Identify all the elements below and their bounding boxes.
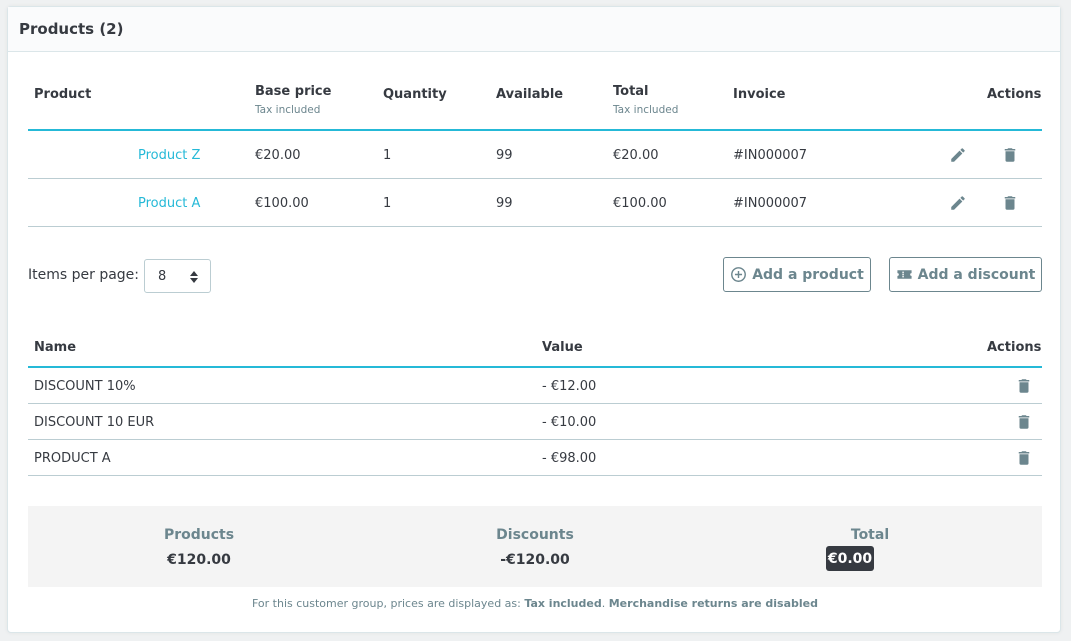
col-invoice: Invoice bbox=[733, 87, 786, 102]
summary-discounts-value: -€120.00 bbox=[500, 552, 570, 568]
pencil-icon[interactable] bbox=[949, 194, 967, 212]
col-total-sub: Tax included bbox=[613, 104, 679, 116]
col-total: Total bbox=[613, 84, 649, 99]
discount-name: PRODUCT A bbox=[34, 451, 111, 466]
trash-icon[interactable] bbox=[1015, 377, 1033, 395]
total-cell: €100.00 bbox=[613, 196, 667, 211]
items-per-page-label: Items per page: bbox=[28, 267, 140, 283]
discount-value: - €12.00 bbox=[542, 379, 597, 394]
col-product: Product bbox=[34, 87, 92, 102]
items-per-page-select[interactable]: 8 bbox=[144, 259, 211, 293]
sort-caret-icon bbox=[190, 271, 198, 283]
trash-icon[interactable] bbox=[1001, 146, 1019, 164]
products-header-divider bbox=[28, 129, 1042, 131]
summary-discounts-label: Discounts bbox=[496, 527, 574, 543]
add-discount-label: Add a discount bbox=[917, 266, 1036, 283]
quantity-cell: 1 bbox=[383, 148, 392, 163]
products-card: Products (2) Product Base price Tax incl… bbox=[7, 6, 1061, 633]
row-divider bbox=[28, 178, 1042, 179]
ticket-icon bbox=[897, 270, 912, 279]
col-available: Available bbox=[496, 87, 564, 102]
discount-col-actions: Actions bbox=[987, 340, 1042, 355]
add-discount-button[interactable]: Add a discount bbox=[889, 257, 1042, 292]
footnote-returns: Merchandise returns are disabled bbox=[608, 597, 818, 610]
footnote-text: For this customer group, prices are disp… bbox=[251, 597, 521, 610]
row-divider bbox=[28, 403, 1042, 404]
discounts-header-divider bbox=[28, 366, 1042, 368]
trash-icon[interactable] bbox=[1015, 413, 1033, 431]
order-summary bbox=[28, 506, 1042, 587]
discount-name: DISCOUNT 10 EUR bbox=[34, 415, 155, 430]
footnote-tax: Tax included bbox=[524, 597, 602, 610]
product-link[interactable]: Product Z bbox=[138, 148, 200, 163]
discount-col-name: Name bbox=[34, 340, 77, 355]
summary-products-value: €120.00 bbox=[167, 552, 231, 568]
row-divider bbox=[28, 475, 1042, 476]
available-cell: 99 bbox=[496, 148, 513, 163]
invoice-cell: #IN000007 bbox=[733, 196, 808, 211]
tax-footnote: For this customer group, prices are disp… bbox=[251, 597, 818, 610]
summary-total-label: Total bbox=[850, 527, 890, 543]
discount-col-value: Value bbox=[542, 340, 583, 355]
product-link[interactable]: Product A bbox=[138, 196, 200, 211]
add-product-label: Add a product bbox=[752, 266, 864, 283]
quantity-cell: 1 bbox=[383, 196, 392, 211]
pencil-icon[interactable] bbox=[949, 146, 967, 164]
row-divider bbox=[28, 226, 1042, 227]
items-per-page-value: 8 bbox=[158, 268, 167, 284]
invoice-cell: #IN000007 bbox=[733, 148, 808, 163]
base-price-cell: €100.00 bbox=[255, 196, 309, 211]
available-cell: 99 bbox=[496, 196, 513, 211]
discount-value: - €10.00 bbox=[542, 415, 597, 430]
row-divider bbox=[28, 439, 1042, 440]
col-base-price: Base price bbox=[255, 84, 332, 99]
discount-value: - €98.00 bbox=[542, 451, 597, 466]
trash-icon[interactable] bbox=[1001, 194, 1019, 212]
plus-circle-icon bbox=[731, 267, 747, 282]
col-base-price-sub: Tax included bbox=[255, 104, 321, 116]
card-title: Products (2) bbox=[8, 7, 1060, 52]
add-product-button[interactable]: Add a product bbox=[723, 257, 871, 292]
summary-products-label: Products bbox=[163, 527, 235, 543]
col-quantity: Quantity bbox=[383, 87, 447, 102]
col-actions: Actions bbox=[987, 87, 1042, 102]
trash-icon[interactable] bbox=[1015, 449, 1033, 467]
base-price-cell: €20.00 bbox=[255, 148, 301, 163]
discount-name: DISCOUNT 10% bbox=[34, 379, 136, 394]
summary-total-badge: €0.00 bbox=[826, 546, 874, 571]
total-cell: €20.00 bbox=[613, 148, 659, 163]
